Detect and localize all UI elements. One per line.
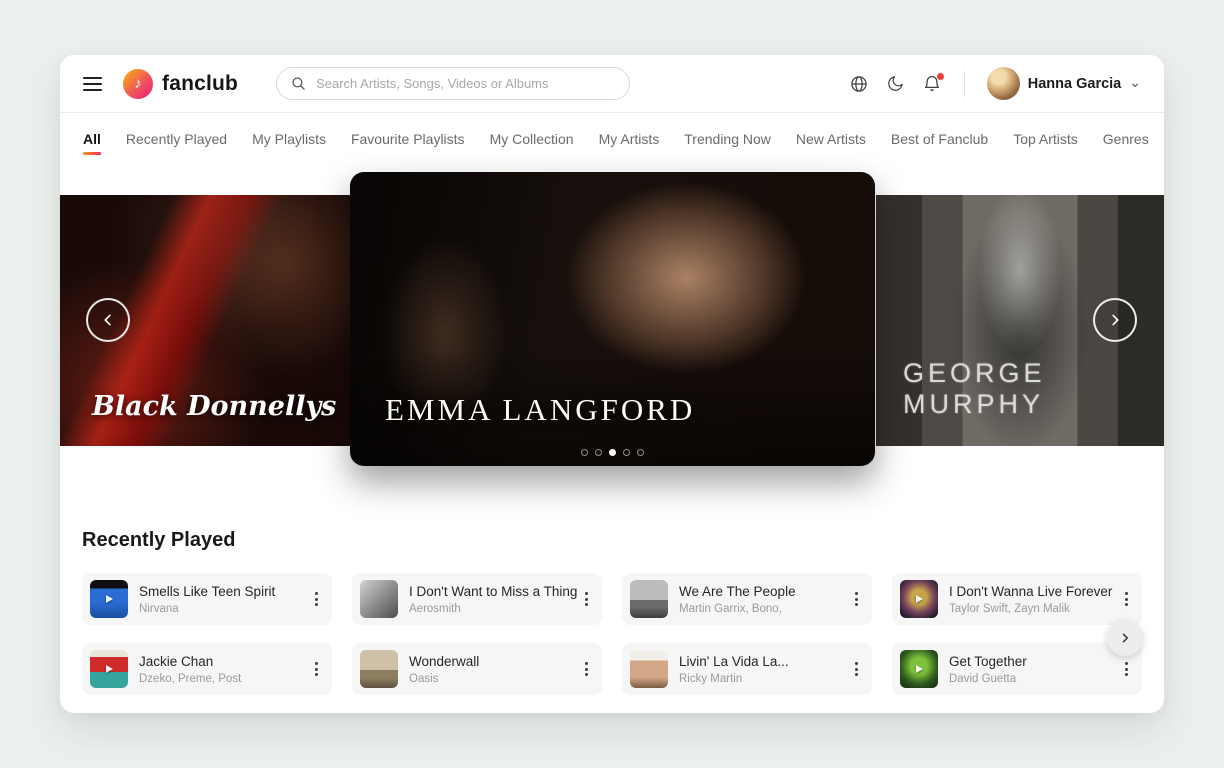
user-name: Hanna Garcia xyxy=(1028,76,1122,92)
carousel-dot-active[interactable] xyxy=(609,449,616,456)
song-card[interactable]: I Don't Wanna Live Forever Taylor Swift,… xyxy=(892,573,1142,625)
search-icon xyxy=(290,75,307,92)
album-art[interactable] xyxy=(900,580,938,618)
tab-trending-now[interactable]: Trending Now xyxy=(684,131,771,147)
chevron-down-icon: ⌄ xyxy=(1129,75,1141,89)
app-window: ♪ fanclub xyxy=(60,55,1164,713)
album-art[interactable] xyxy=(90,580,128,618)
featured-artist-carousel: Black Donnellys GEORGE MURPHY EMMA LANGF… xyxy=(60,165,1164,477)
song-card[interactable]: Livin' La Vida La... Ricky Martin xyxy=(622,643,872,695)
song-title: Smells Like Teen Spirit xyxy=(139,584,309,599)
song-title: I Don't Want to Miss a Thing xyxy=(409,584,579,599)
carousel-dot[interactable] xyxy=(595,449,602,456)
kebab-menu-icon[interactable] xyxy=(849,587,864,611)
play-icon xyxy=(90,580,128,618)
tab-my-collection[interactable]: My Collection xyxy=(490,131,574,147)
song-artist: David Guetta xyxy=(949,673,1119,685)
dark-mode-moon-icon[interactable] xyxy=(886,74,905,93)
kebab-menu-icon[interactable] xyxy=(1119,657,1134,681)
song-card[interactable]: Get Together David Guetta xyxy=(892,643,1142,695)
tab-top-artists[interactable]: Top Artists xyxy=(1013,131,1078,147)
header-divider xyxy=(964,71,965,97)
play-icon xyxy=(900,580,938,618)
tab-my-artists[interactable]: My Artists xyxy=(599,131,660,147)
carousel-next-button[interactable] xyxy=(1093,298,1137,342)
carousel-dot[interactable] xyxy=(581,449,588,456)
notifications-bell-icon[interactable] xyxy=(922,74,942,94)
fanclub-logo-icon[interactable]: ♪ xyxy=(123,69,153,99)
song-artist: Martin Garrix, Bono, xyxy=(679,603,849,615)
song-artist: Dzeko, Preme, Post xyxy=(139,673,309,685)
song-artist: Nirvana xyxy=(139,603,309,615)
recently-played-scroll-next-button[interactable] xyxy=(1107,620,1143,656)
carousel-slide-emma-langford[interactable]: EMMA LANGFORD xyxy=(350,172,875,466)
album-art[interactable] xyxy=(360,580,398,618)
slide-artist-name: GEORGE MURPHY xyxy=(903,358,1164,420)
carousel-dot[interactable] xyxy=(637,449,644,456)
search-input[interactable] xyxy=(316,76,616,91)
album-art[interactable] xyxy=(90,650,128,688)
song-artist: Aerosmith xyxy=(409,603,579,615)
song-card[interactable]: Jackie Chan Dzeko, Preme, Post xyxy=(82,643,332,695)
kebab-menu-icon[interactable] xyxy=(309,657,324,681)
kebab-menu-icon[interactable] xyxy=(579,587,594,611)
song-artist: Ricky Martin xyxy=(679,673,849,685)
brand-name: fanclub xyxy=(162,72,238,96)
tab-my-playlists[interactable]: My Playlists xyxy=(252,131,326,147)
song-title: Wonderwall xyxy=(409,654,579,669)
song-card[interactable]: Smells Like Teen Spirit Nirvana xyxy=(82,573,332,625)
play-icon xyxy=(90,650,128,688)
song-title: Jackie Chan xyxy=(139,654,309,669)
kebab-menu-icon[interactable] xyxy=(309,587,324,611)
search-bar[interactable] xyxy=(276,67,630,100)
slide-artist-name: EMMA LANGFORD xyxy=(385,392,695,428)
app-header: ♪ fanclub xyxy=(60,55,1164,113)
header-actions: Hanna Garcia ⌄ xyxy=(849,67,1141,100)
song-artist: Oasis xyxy=(409,673,579,685)
song-card[interactable]: We Are The People Martin Garrix, Bono, xyxy=(622,573,872,625)
logo-note-glyph: ♪ xyxy=(134,76,142,91)
album-art[interactable] xyxy=(360,650,398,688)
tab-favourite-playlists[interactable]: Favourite Playlists xyxy=(351,131,465,147)
notification-badge-dot xyxy=(937,73,944,80)
hamburger-menu-icon[interactable] xyxy=(83,74,102,94)
kebab-menu-icon[interactable] xyxy=(1119,587,1134,611)
song-card[interactable]: Wonderwall Oasis xyxy=(352,643,602,695)
tab-best-of-fanclub[interactable]: Best of Fanclub xyxy=(891,131,988,147)
globe-icon[interactable] xyxy=(849,74,869,94)
tab-genres[interactable]: Genres xyxy=(1103,131,1149,147)
song-title: Livin' La Vida La... xyxy=(679,654,849,669)
carousel-prev-button[interactable] xyxy=(86,298,130,342)
tab-new-artists[interactable]: New Artists xyxy=(796,131,866,147)
play-icon xyxy=(900,650,938,688)
song-title: I Don't Wanna Live Forever xyxy=(949,584,1119,599)
section-title-recently-played: Recently Played xyxy=(82,529,235,552)
carousel-dots xyxy=(350,449,875,456)
carousel-dot[interactable] xyxy=(623,449,630,456)
song-card[interactable]: I Don't Want to Miss a Thing Aerosmith xyxy=(352,573,602,625)
album-art[interactable] xyxy=(630,580,668,618)
album-art[interactable] xyxy=(630,650,668,688)
song-title: We Are The People xyxy=(679,584,849,599)
song-title: Get Together xyxy=(949,654,1119,669)
kebab-menu-icon[interactable] xyxy=(849,657,864,681)
user-menu[interactable]: Hanna Garcia ⌄ xyxy=(987,67,1141,100)
album-art[interactable] xyxy=(900,650,938,688)
song-artist: Taylor Swift, Zayn Malik xyxy=(949,603,1119,615)
tab-all[interactable]: All xyxy=(83,131,101,147)
user-avatar[interactable] xyxy=(987,67,1020,100)
tab-recently-played[interactable]: Recently Played xyxy=(126,131,227,147)
category-tabs: All Recently Played My Playlists Favouri… xyxy=(60,113,1164,165)
slide-artist-name: Black Donnellys xyxy=(92,391,336,422)
kebab-menu-icon[interactable] xyxy=(579,657,594,681)
recently-played-grid: Smells Like Teen Spirit Nirvana I Don't … xyxy=(82,573,1142,695)
